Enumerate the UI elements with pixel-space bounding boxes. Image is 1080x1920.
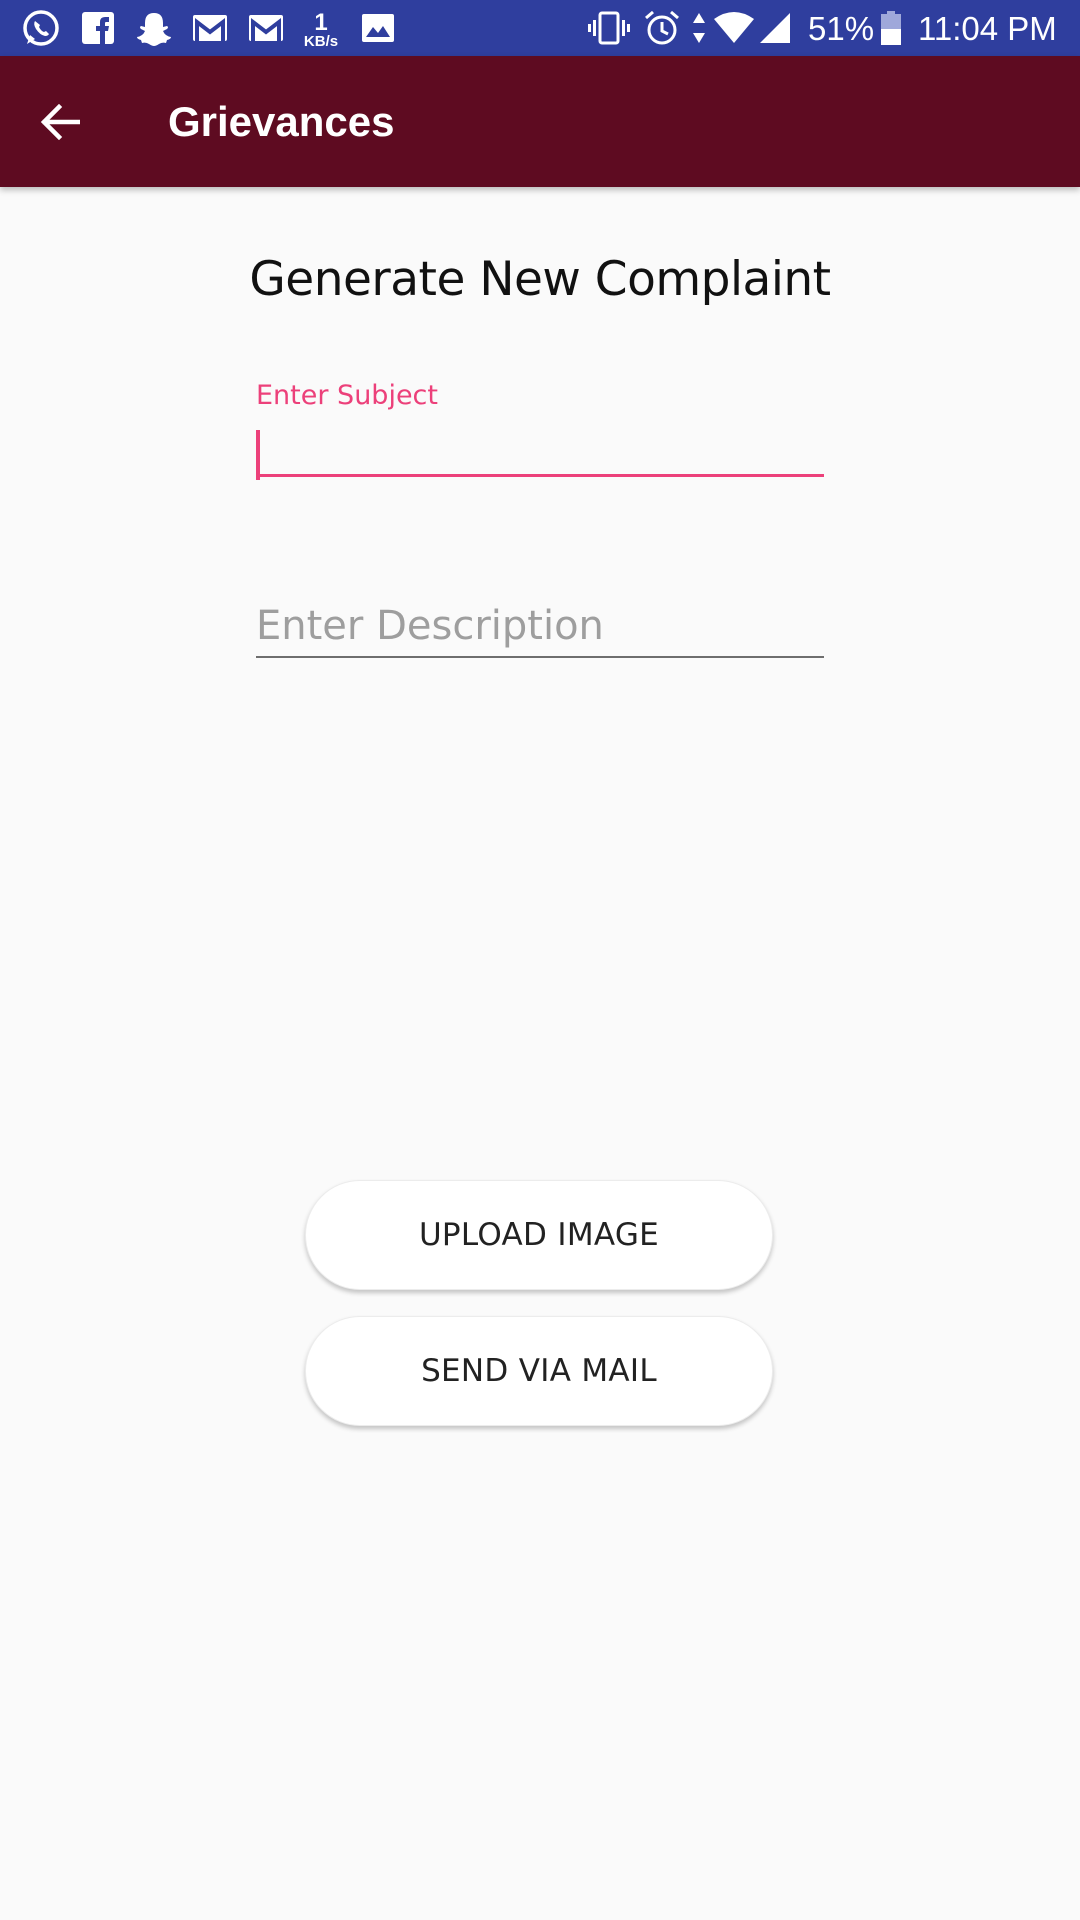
cell-signal-icon: [756, 0, 794, 56]
network-speed-unit: KB/s: [303, 33, 339, 50]
facebook-icon: [78, 0, 118, 56]
text-cursor: [256, 430, 260, 480]
wifi-icon: [712, 0, 756, 56]
description-input[interactable]: [256, 596, 824, 658]
gmail-icon: [190, 0, 230, 56]
gallery-icon: [358, 0, 398, 56]
subject-label: Enter Subject: [256, 380, 438, 411]
status-time: 11:04 PM: [918, 10, 1057, 47]
network-speed-icon: 1 KB/s: [298, 0, 344, 56]
battery-percent: 51%: [808, 10, 875, 47]
subject-field[interactable]: Enter Subject: [256, 380, 824, 490]
battery-icon: [878, 0, 904, 56]
network-speed-value: 1: [314, 9, 328, 36]
data-arrows-icon: [688, 0, 710, 56]
snapchat-icon: [132, 0, 176, 56]
description-field[interactable]: [256, 596, 824, 658]
page-title: Generate New Complaint: [249, 252, 831, 307]
alarm-icon: [642, 0, 682, 56]
arrow-left-icon: [40, 104, 80, 140]
upload-image-button[interactable]: UPLOAD IMAGE: [305, 1180, 773, 1290]
gmail-icon: [246, 0, 286, 56]
subject-input[interactable]: [256, 430, 824, 477]
vibrate-icon: [586, 0, 632, 56]
send-via-mail-button[interactable]: SEND VIA MAIL: [305, 1316, 773, 1426]
status-bar: 1 KB/s 51% 11:04 PM: [0, 0, 1080, 56]
app-bar: Grievances: [0, 56, 1080, 187]
app-bar-title: Grievances: [168, 98, 395, 145]
whatsapp-icon: [18, 0, 64, 56]
back-button[interactable]: [28, 90, 92, 154]
